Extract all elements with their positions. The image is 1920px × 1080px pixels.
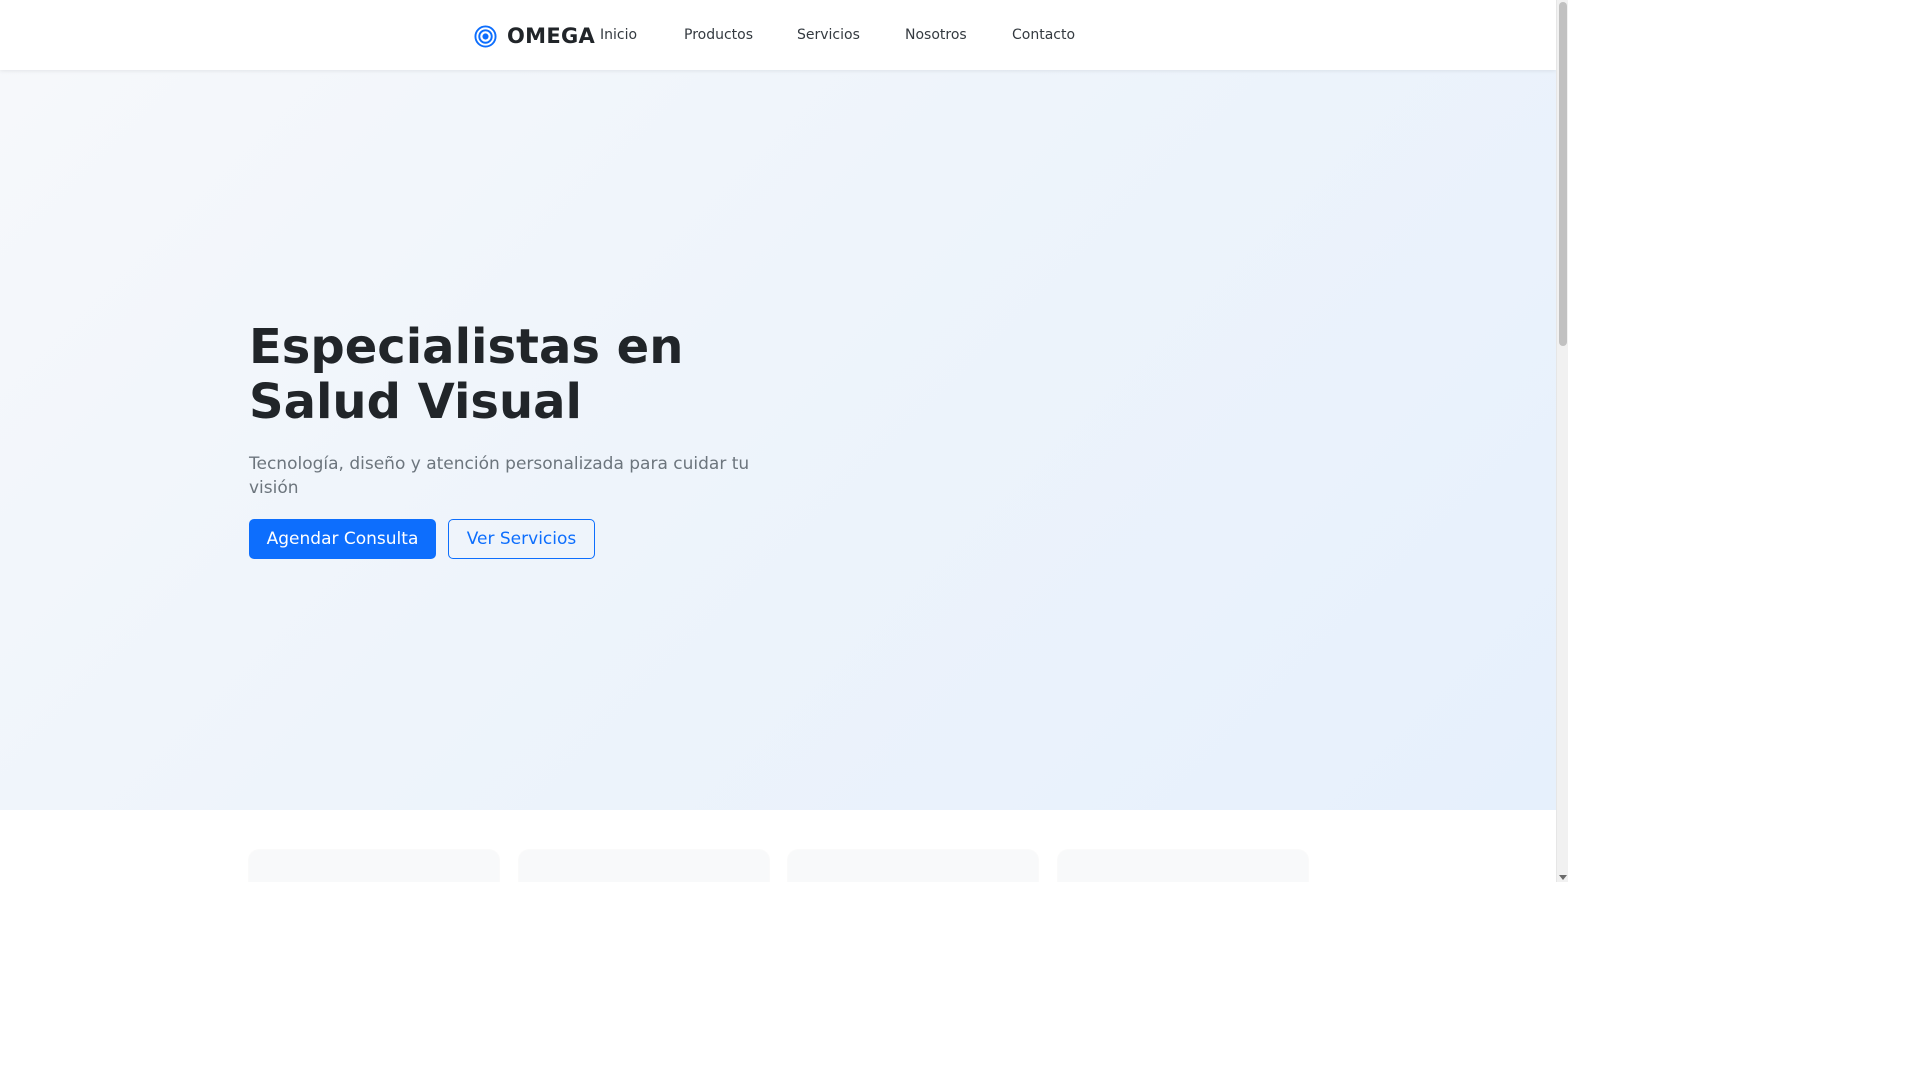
target-icon (474, 24, 497, 48)
hero-title: Especialistas en Salud Visual (249, 320, 809, 430)
nav-link-inicio[interactable]: Inicio (600, 26, 637, 44)
nav-link-productos[interactable]: Productos (684, 26, 753, 44)
hero-title-line-2: Salud Visual (249, 374, 582, 430)
hero-section: Especialistas en Salud Visual Tecnología… (0, 70, 1556, 810)
feature-card (519, 850, 769, 882)
brand-name: OMEGA (507, 24, 596, 48)
scroll-down-arrow-icon[interactable] (1559, 875, 1567, 880)
top-navbar: OMEGA Inicio Productos Servicios Nosotro… (0, 0, 1556, 70)
nav-link-servicios[interactable]: Servicios (797, 26, 860, 44)
agendar-consulta-button[interactable]: Agendar Consulta (249, 519, 436, 559)
features-section (0, 810, 1556, 882)
vertical-scrollbar[interactable] (1556, 0, 1568, 882)
scrollbar-thumb[interactable] (1559, 2, 1567, 346)
nav-link-contacto[interactable]: Contacto (1012, 26, 1075, 44)
nav-link-nosotros[interactable]: Nosotros (905, 26, 967, 44)
feature-card (249, 850, 499, 882)
hero-title-line-1: Especialistas en (249, 319, 684, 375)
page-viewport: OMEGA Inicio Productos Servicios Nosotro… (0, 0, 1556, 882)
feature-card (1058, 850, 1308, 882)
ver-servicios-button[interactable]: Ver Servicios (448, 519, 595, 559)
brand-logo-link[interactable]: OMEGA (474, 22, 595, 50)
feature-card (788, 850, 1038, 882)
hero-subtitle: Tecnología, diseño y atención personaliz… (249, 454, 750, 498)
